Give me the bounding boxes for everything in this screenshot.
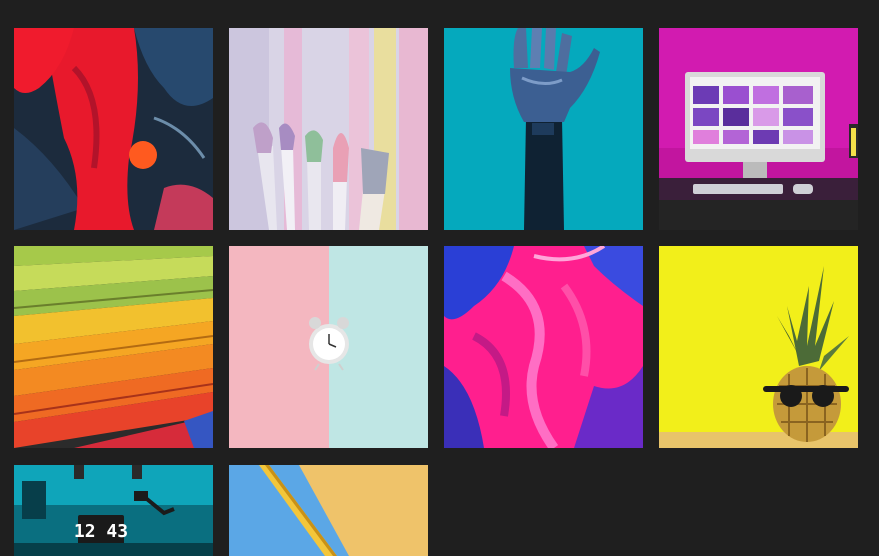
pink-blue-paint-image [444,246,643,448]
pencil-on-paper-image [229,465,428,556]
gallery-tile-robot-hand[interactable] [444,28,643,230]
gallery-tile-alarm-clock-pastel[interactable] [229,246,428,448]
paint-brushes-image [229,28,428,230]
clock-display-text: 12 43 [74,521,128,542]
gallery-tile-pencil-on-paper[interactable] [229,465,428,556]
imac-pink-desk-image [659,28,858,230]
gallery-tile-imac-pink-desk[interactable] [659,28,858,230]
gallery-tile-pineapple-sunglasses[interactable] [659,246,858,448]
gallery-tile-teal-desk-clock[interactable]: 12 43 [14,465,213,556]
gallery-tile-pink-blue-paint[interactable] [444,246,643,448]
teal-desk-clock-image: 12 43 [14,465,213,556]
robot-hand-image [444,28,643,230]
gallery-tile-rainbow-paper-stacks[interactable] [14,246,213,448]
rainbow-paper-stacks-image [14,246,213,448]
pineapple-sunglasses-image [659,246,858,448]
image-gallery: 12 43 [0,0,879,556]
abstract-red-paint-image [14,28,213,230]
alarm-clock-pastel-image [229,246,428,448]
gallery-tile-abstract-red-paint[interactable] [14,28,213,230]
gallery-tile-paint-brushes[interactable] [229,28,428,230]
